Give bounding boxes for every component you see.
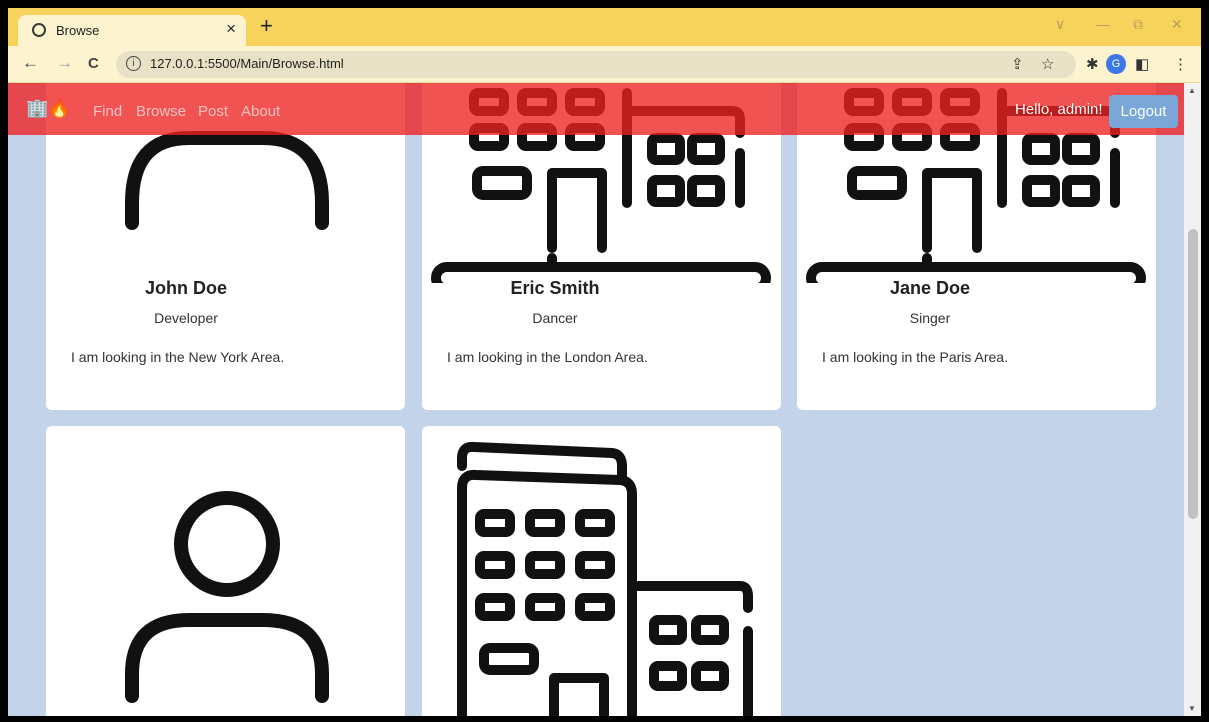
profile-card[interactable]: [46, 426, 405, 716]
card-description: I am looking in the New York Area.: [71, 349, 285, 365]
side-panel-icon[interactable]: ◧: [1135, 55, 1149, 73]
nav-link-find[interactable]: Find: [93, 103, 122, 120]
profile-avatar[interactable]: G: [1106, 54, 1126, 74]
tab-title: Browse: [56, 23, 100, 38]
new-tab-button[interactable]: +: [260, 15, 273, 37]
nav-link-post[interactable]: Post: [198, 103, 228, 120]
card-name: Eric Smith: [510, 278, 600, 298]
browser-window: Browse × + ∨ — ⧉ ✕ ← → C i 127.0.0.1:550…: [8, 8, 1201, 716]
profile-card[interactable]: [422, 426, 781, 716]
tab-search-icon[interactable]: ∨: [1055, 16, 1065, 33]
scroll-down-icon[interactable]: ▼: [1188, 704, 1196, 713]
forward-icon[interactable]: →: [56, 53, 73, 73]
scroll-up-icon[interactable]: ▲: [1188, 86, 1196, 95]
tab-browse[interactable]: Browse ×: [18, 15, 246, 46]
address-bar[interactable]: i 127.0.0.1:5500/Main/Browse.html ⇪ ☆: [116, 51, 1076, 78]
logout-button[interactable]: Logout: [1109, 95, 1178, 128]
globe-icon: [32, 23, 46, 37]
card-name: John Doe: [144, 278, 227, 298]
close-tab-icon[interactable]: ×: [226, 19, 236, 39]
card-name: Jane Doe: [889, 278, 971, 298]
tab-strip: Browse × + ∨ — ⧉ ✕: [8, 8, 1201, 46]
bookmark-star-icon[interactable]: ☆: [1041, 55, 1054, 73]
url-text[interactable]: 127.0.0.1:5500/Main/Browse.html: [150, 56, 344, 71]
menu-icon[interactable]: ⋮: [1173, 55, 1188, 73]
user-icon: [125, 491, 329, 703]
card-role: Developer: [154, 310, 218, 326]
page-content: John Doe Developer I am looking in the N…: [8, 83, 1184, 716]
card-role: Singer: [909, 310, 951, 326]
close-window-icon[interactable]: ✕: [1171, 16, 1183, 33]
building-icon: [457, 441, 753, 716]
site-navbar: 🏢🔥 Find Browse Post About Hello, admin! …: [8, 83, 1184, 135]
user-greeting: Hello, admin!: [1015, 101, 1103, 118]
nav-link-about[interactable]: About: [241, 103, 280, 120]
extensions-icon[interactable]: ✱: [1086, 55, 1099, 73]
nav-link-browse[interactable]: Browse: [136, 103, 186, 120]
scrollbar-thumb[interactable]: [1188, 229, 1198, 519]
page-scrollbar[interactable]: ▲ ▼: [1184, 83, 1201, 716]
card-description: I am looking in the London Area.: [447, 349, 648, 365]
card-description: I am looking in the Paris Area.: [822, 349, 1008, 365]
back-icon[interactable]: ←: [22, 53, 39, 73]
browser-toolbar: ← → C i 127.0.0.1:5500/Main/Browse.html …: [8, 46, 1201, 83]
minimize-icon[interactable]: —: [1096, 16, 1110, 32]
share-icon[interactable]: ⇪: [1011, 55, 1024, 73]
reload-icon[interactable]: C: [88, 55, 99, 72]
info-icon[interactable]: i: [126, 56, 141, 71]
card-role: Dancer: [532, 310, 578, 326]
site-logo[interactable]: 🏢🔥: [26, 98, 71, 119]
restore-icon[interactable]: ⧉: [1133, 16, 1143, 33]
